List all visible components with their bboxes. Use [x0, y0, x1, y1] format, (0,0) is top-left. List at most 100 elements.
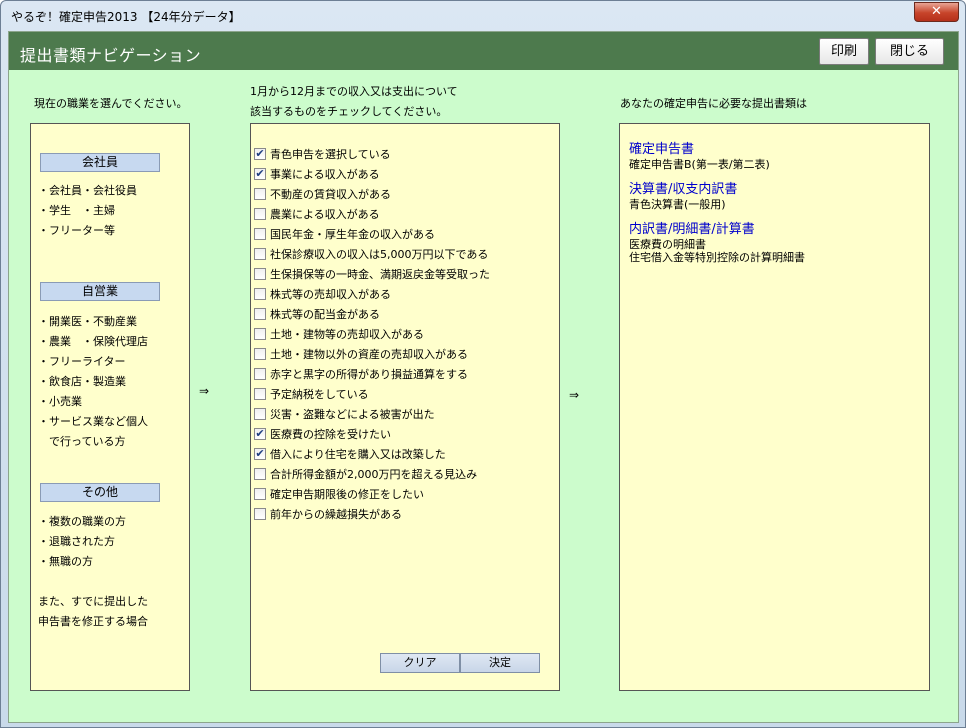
list-item: ・飲食店・製造業 — [38, 375, 126, 388]
checkbox-unchecked[interactable] — [254, 388, 266, 400]
category-employee-button[interactable]: 会社員 — [40, 153, 160, 172]
checkbox-label: 前年からの繰越損失がある — [270, 508, 402, 521]
checkbox-row[interactable]: 予定納税をしている — [254, 384, 554, 404]
checkbox-row[interactable]: ✔ 青色申告を選択している — [254, 144, 554, 164]
arrow-icon: ⇒ — [199, 384, 210, 398]
list-item: ・複数の職業の方 — [38, 515, 126, 528]
checkbox-label: 土地・建物等の売却収入がある — [270, 328, 424, 341]
checkbox-label: 不動産の賃貸収入がある — [270, 188, 391, 201]
navigation-panel: 提出書類ナビゲーション 印刷 閉じる 現在の職業を選んでください。 会社員 ・会… — [8, 31, 959, 723]
checkbox-label: 生保損保等の一時金、満期返戻金等受取った — [270, 268, 490, 281]
checkbox-label: 社保診療収入の収入は5,000万円以下である — [270, 248, 489, 261]
checkbox-label: 合計所得金額が2,000万円を超える見込み — [270, 468, 478, 481]
checkbox-row[interactable]: 確定申告期限後の修正をしたい — [254, 484, 554, 504]
occupation-caption: 現在の職業を選んでください。 — [34, 97, 188, 110]
checkbox-label: 災害・盗難などによる被害が出た — [270, 408, 435, 421]
checkbox-label: 予定納税をしている — [270, 388, 369, 401]
decide-button[interactable]: 決定 — [460, 653, 540, 673]
checkbox-unchecked[interactable] — [254, 248, 266, 260]
close-button[interactable]: 閉じる — [875, 38, 944, 65]
list-item: ・フリーライター — [38, 355, 126, 368]
checkbox-row[interactable]: 株式等の配当金がある — [254, 304, 554, 324]
checkbox-label: 株式等の配当金がある — [270, 308, 380, 321]
print-button[interactable]: 印刷 — [819, 38, 869, 65]
required-docs-panel: 確定申告書 確定申告書B(第一表/第二表) 決算書/収支内訳書 青色決算書(一般… — [619, 123, 930, 691]
income-check-panel: ✔ 青色申告を選択している ✔ 事業による収入がある 不動産の賃貸収入がある 農業による収… — [250, 123, 560, 691]
app-window: やるぞ！確定申告2013 【24年分データ】 ✕ 提出書類ナビゲーション 印刷 … — [0, 0, 966, 728]
checkbox-row[interactable]: 土地・建物以外の資産の売却収入がある — [254, 344, 554, 364]
checkbox-unchecked[interactable] — [254, 228, 266, 240]
window-close-button[interactable]: ✕ — [914, 2, 959, 22]
checkbox-row[interactable]: 社保診療収入の収入は5,000万円以下である — [254, 244, 554, 264]
self-employed-job-list: ・開業医・不動産業 ・農業 ・保険代理店 ・フリーライター ・飲食店・製造業 ・… — [38, 312, 148, 452]
checkbox-row[interactable]: 株式等の売却収入がある — [254, 284, 554, 304]
checkbox-row[interactable]: 国民年金・厚生年金の収入がある — [254, 224, 554, 244]
list-item: ・学生 ・主婦 — [38, 204, 115, 217]
checkbox-label: 医療費の控除を受けたい — [270, 428, 391, 441]
checkbox-unchecked[interactable] — [254, 348, 266, 360]
checkbox-label: 借入により住宅を購入又は改築した — [270, 448, 446, 461]
employee-job-list: ・会社員・会社役員 ・学生 ・主婦 ・フリーター等 — [38, 181, 137, 241]
checkbox-label: 株式等の売却収入がある — [270, 288, 391, 301]
doc-group-title: 内訳書/明細書/計算書 — [629, 222, 755, 237]
doc-item: 青色決算書(一般用) — [629, 198, 726, 211]
checkbox-row[interactable]: ✔ 事業による収入がある — [254, 164, 554, 184]
list-item: ・農業 ・保険代理店 — [38, 335, 148, 348]
doc-group-financial-statement: 決算書/収支内訳書 青色決算書(一般用) — [629, 182, 737, 211]
doc-group-title: 確定申告書 — [629, 142, 695, 157]
header-bar: 提出書類ナビゲーション 印刷 閉じる — [9, 32, 958, 70]
other-job-list: ・複数の職業の方 ・退職された方 ・無職の方 — [38, 512, 126, 572]
arrow-icon: ⇒ — [569, 388, 580, 402]
doc-item: 住宅借入金等特別控除の計算明細書 — [629, 251, 805, 264]
checkbox-row[interactable]: 赤字と黒字の所得があり損益通算をする — [254, 364, 554, 384]
list-item: ・フリーター等 — [38, 224, 115, 237]
checkbox-row[interactable]: 土地・建物等の売却収入がある — [254, 324, 554, 344]
required-docs-caption: あなたの確定申告に必要な提出書類は — [620, 97, 807, 110]
checkbox-row[interactable]: 不動産の賃貸収入がある — [254, 184, 554, 204]
checkbox-row[interactable]: 前年からの繰越損失がある — [254, 504, 554, 524]
list-item: ・無職の方 — [38, 555, 93, 568]
category-other-button[interactable]: その他 — [40, 483, 160, 502]
checkbox-row[interactable]: 災害・盗難などによる被害が出た — [254, 404, 554, 424]
checkbox-label: 事業による収入がある — [270, 168, 380, 181]
checkbox-unchecked[interactable] — [254, 508, 266, 520]
checkbox-unchecked[interactable] — [254, 208, 266, 220]
clear-button[interactable]: クリア — [380, 653, 460, 673]
checkbox-unchecked[interactable] — [254, 268, 266, 280]
checkbox-unchecked[interactable] — [254, 308, 266, 320]
checkbox-row[interactable]: ✔ 医療費の控除を受けたい — [254, 424, 554, 444]
amendment-note-line: また、すでに提出した — [38, 595, 149, 608]
income-caption-line: 1月から12月までの収入又は支出について — [250, 85, 458, 98]
checkbox-unchecked[interactable] — [254, 468, 266, 480]
checkbox-checked[interactable]: ✔ — [254, 448, 266, 460]
category-self-employed-button[interactable]: 自営業 — [40, 282, 160, 301]
checkbox-row[interactable]: 生保損保等の一時金、満期返戻金等受取った — [254, 264, 554, 284]
checkbox-unchecked[interactable] — [254, 488, 266, 500]
title-bar[interactable]: やるぞ！確定申告2013 【24年分データ】 ✕ — [1, 1, 965, 31]
checkbox-label: 国民年金・厚生年金の収入がある — [270, 228, 435, 241]
checkbox-row[interactable]: ✔ 借入により住宅を購入又は改築した — [254, 444, 554, 464]
checkbox-checked[interactable]: ✔ — [254, 428, 266, 440]
doc-item: 医療費の明細書 — [629, 238, 706, 251]
checkbox-unchecked[interactable] — [254, 408, 266, 420]
checkbox-unchecked[interactable] — [254, 288, 266, 300]
checkbox-unchecked[interactable] — [254, 188, 266, 200]
checkbox-label: 青色申告を選択している — [270, 148, 391, 161]
checkbox-label: 確定申告期限後の修正をしたい — [270, 488, 424, 501]
checkbox-unchecked[interactable] — [254, 328, 266, 340]
window-title: やるぞ！確定申告2013 【24年分データ】 — [11, 10, 241, 24]
checkbox-label: 農業による収入がある — [270, 208, 380, 221]
checkbox-row[interactable]: 合計所得金額が2,000万円を超える見込み — [254, 464, 554, 484]
checkbox-checked[interactable]: ✔ — [254, 148, 266, 160]
list-item: ・サービス業など個人 — [38, 415, 148, 428]
checkbox-checked[interactable]: ✔ — [254, 168, 266, 180]
checkbox-unchecked[interactable] — [254, 368, 266, 380]
list-item: ・会社員・会社役員 — [38, 184, 137, 197]
checkbox-row[interactable]: 農業による収入がある — [254, 204, 554, 224]
page-title: 提出書類ナビゲーション — [20, 46, 202, 65]
income-caption: 1月から12月までの収入又は支出について 該当するものをチェックしてください。 — [250, 82, 458, 122]
occupation-panel: 会社員 ・会社員・会社役員 ・学生 ・主婦 ・フリーター等 自営業 ・開業医・不… — [30, 123, 190, 691]
list-item: ・退職された方 — [38, 535, 115, 548]
list-item: ・小売業 — [38, 395, 82, 408]
doc-group-statements: 内訳書/明細書/計算書 医療費の明細書 住宅借入金等特別控除の計算明細書 — [629, 222, 805, 264]
